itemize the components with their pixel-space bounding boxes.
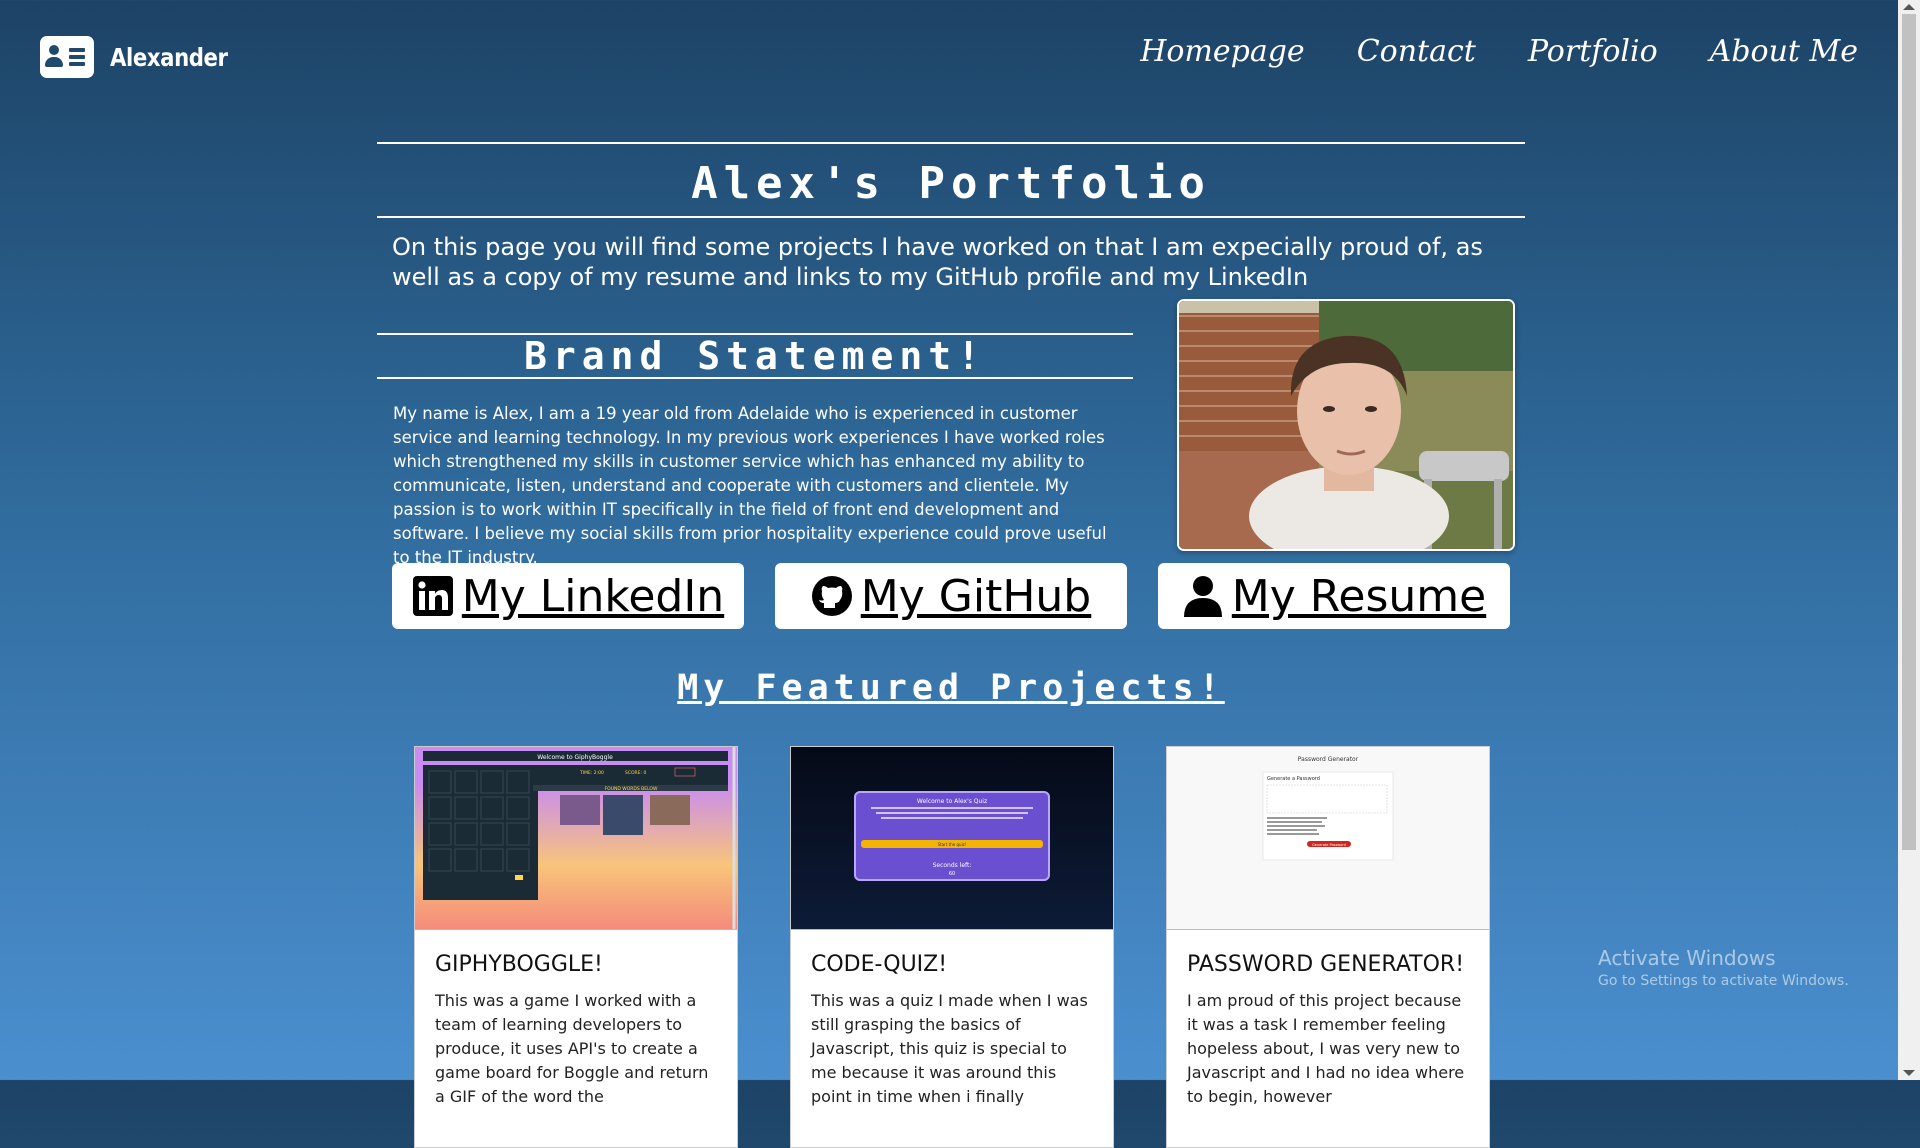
project-card-giphyboggle[interactable]: Welcome to GiphyBoggle TIME: 2:00 SCORE:… — [414, 746, 738, 1148]
brand-statement-title: Brand Statement! — [523, 334, 987, 378]
nav-about-me[interactable]: About Me — [1710, 34, 1858, 69]
quiz-seconds-text: Seconds left: — [933, 862, 972, 869]
intro-text: On this page you will find some projects… — [392, 233, 1483, 291]
linkedin-label: My LinkedIn — [461, 570, 725, 622]
boggle-found-text: FOUND WORDS BELOW — [605, 786, 658, 792]
navbar-brand[interactable]: Alexander — [40, 36, 248, 78]
scroll-up-arrow-icon[interactable] — [1903, 4, 1915, 10]
project-title: PASSWORD GENERATOR! — [1187, 952, 1465, 977]
project-title: GIPHYBOGGLE! — [435, 952, 603, 977]
brand-name: Alexander — [110, 42, 228, 72]
divider — [377, 142, 1525, 144]
quiz-start-text: Start the quiz! — [938, 842, 967, 847]
scrollbar-thumb[interactable] — [1902, 14, 1916, 850]
featured-projects-title[interactable]: My Featured Projects! — [377, 668, 1525, 708]
pw-heading-text: Generate a Password — [1267, 776, 1320, 782]
github-label: My GitHub — [860, 570, 1092, 622]
watermark-line1: Activate Windows — [1598, 946, 1776, 970]
linkedin-icon — [412, 575, 454, 617]
project-description: This was a quiz I made when I was still … — [811, 991, 1088, 1106]
password-generator-thumbnail[interactable]: Password Generator Generate a Password G… — [1167, 747, 1489, 930]
project-description: This was a game I worked with a team of … — [435, 991, 709, 1106]
watermark-line2: Go to Settings to activate Windows. — [1598, 973, 1849, 989]
boggle-welcome-text: Welcome to GiphyBoggle — [537, 754, 613, 761]
vertical-scrollbar[interactable] — [1898, 0, 1920, 1080]
pw-title-text: Password Generator — [1298, 756, 1359, 763]
page-title: Alex's Portfolio — [691, 158, 1211, 209]
brand-statement-text: My name is Alex, I am a 19 year old from… — [393, 404, 1107, 567]
project-card-code-quiz[interactable]: Welcome to Alex's Quiz Start the quiz! S… — [790, 746, 1114, 1148]
activate-windows-watermark: Activate Windows Go to Settings to activ… — [1598, 946, 1849, 989]
project-description: I am proud of this project because it wa… — [1187, 991, 1465, 1106]
resume-label: My Resume — [1231, 570, 1487, 622]
boggle-score-text: SCORE: 0 — [625, 770, 646, 776]
portfolio-page: Alexander Homepage Contact Portfolio Abo… — [0, 0, 1898, 1148]
profile-photo — [1177, 299, 1515, 551]
project-title: CODE-QUIZ! — [811, 952, 948, 977]
linkedin-button[interactable]: My LinkedIn — [392, 563, 744, 629]
code-quiz-thumbnail[interactable]: Welcome to Alex's Quiz Start the quiz! S… — [791, 747, 1113, 930]
user-icon — [1182, 575, 1224, 617]
divider — [377, 216, 1525, 218]
quiz-title-text: Welcome to Alex's Quiz — [917, 798, 987, 805]
project-card-password-generator[interactable]: Password Generator Generate a Password G… — [1166, 746, 1490, 1148]
nav-homepage[interactable]: Homepage — [1140, 34, 1304, 69]
github-button[interactable]: My GitHub — [775, 563, 1127, 629]
contact-card-icon — [40, 36, 94, 78]
divider — [377, 377, 1133, 379]
pw-generate-text: Generate Password — [1312, 843, 1346, 847]
quiz-count-text: 60 — [949, 871, 955, 877]
nav-portfolio[interactable]: Portfolio — [1528, 34, 1658, 69]
github-icon — [811, 575, 853, 617]
nav-contact[interactable]: Contact — [1357, 34, 1476, 69]
giphyboggle-thumbnail[interactable]: Welcome to GiphyBoggle TIME: 2:00 SCORE:… — [415, 747, 737, 930]
resume-button[interactable]: My Resume — [1158, 563, 1510, 629]
scroll-down-arrow-icon[interactable] — [1903, 1070, 1915, 1076]
nav-menu: Homepage Contact Portfolio About Me — [1140, 34, 1858, 69]
boggle-time-text: TIME: 2:00 — [579, 770, 604, 776]
